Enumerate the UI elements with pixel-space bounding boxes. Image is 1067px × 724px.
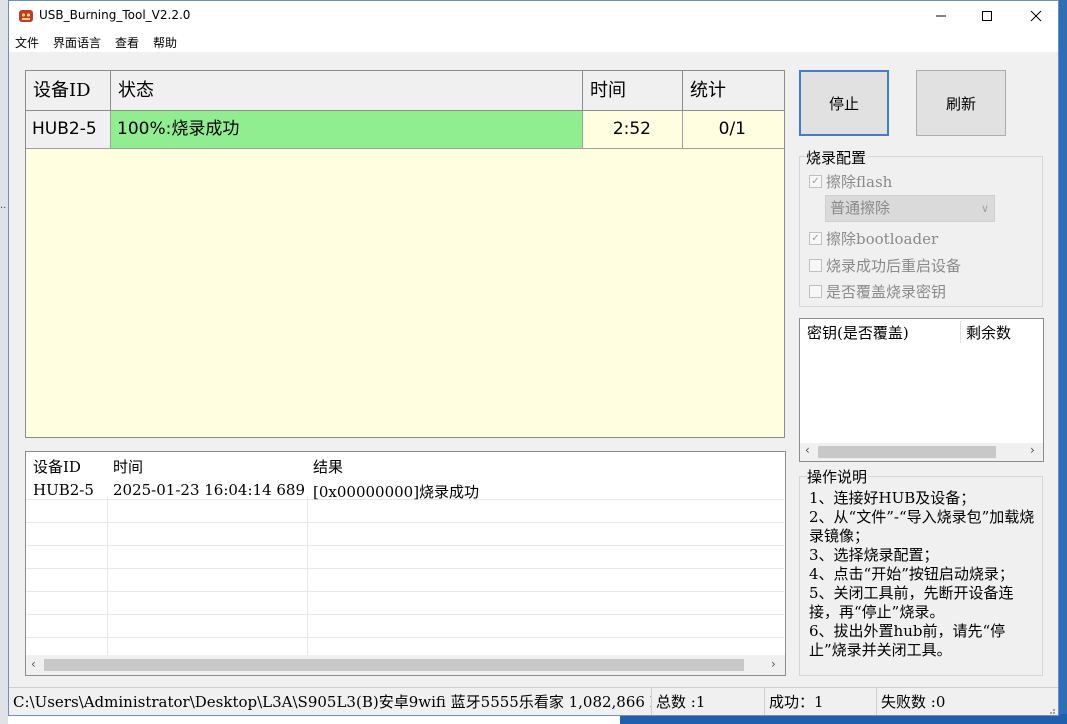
menu-language[interactable]: 界面语言: [53, 34, 101, 51]
reboot-after-label: 烧录成功后重启设备: [826, 257, 962, 275]
device-id-cell: HUB2-5: [26, 111, 111, 148]
log-header-time[interactable]: 时间: [113, 456, 143, 477]
scroll-right-icon[interactable]: ›: [1030, 443, 1035, 457]
menu-view[interactable]: 查看: [115, 34, 139, 51]
erase-bootloader-label: 擦除bootloader: [826, 230, 939, 248]
erase-mode-select[interactable]: 普通擦除 ∨: [825, 195, 995, 222]
log-header-result[interactable]: 结果: [313, 456, 343, 477]
device-grid-header: 设备ID 状态 时间 统计: [26, 71, 784, 111]
maximize-button[interactable]: [964, 1, 1010, 31]
erase-flash-label: 擦除flash: [826, 173, 893, 191]
status-bar: C:\Users\Administrator\Desktop\L3A\S905L…: [9, 687, 1058, 715]
status-total: 总数 :1: [652, 688, 765, 715]
refresh-button[interactable]: 刷新: [916, 70, 1006, 136]
key-header-remaining[interactable]: 剩余数: [966, 322, 1011, 343]
scroll-right-icon[interactable]: ›: [771, 657, 776, 671]
close-icon: [1030, 10, 1042, 22]
device-stats-cell: 0/1: [683, 111, 784, 148]
burn-config-title: 烧录配置: [806, 147, 869, 168]
minimize-icon: [936, 15, 946, 17]
checkbox-checked-icon: ✓: [809, 232, 822, 245]
col-header-device-id[interactable]: 设备ID: [26, 71, 111, 110]
log-header-device-id[interactable]: 设备ID: [33, 456, 81, 477]
desktop-background-right: [1059, 0, 1067, 724]
key-table: 密钥(是否覆盖) 剩余数 ‹ ›: [799, 318, 1044, 462]
chevron-down-icon: ∨: [980, 202, 989, 215]
status-path: C:\Users\Administrator\Desktop\L3A\S905L…: [9, 688, 652, 715]
erase-bootloader-checkbox[interactable]: ✓ 擦除bootloader: [809, 228, 938, 249]
menu-bar: 文件 界面语言 查看 帮助: [9, 31, 1058, 52]
menu-file[interactable]: 文件: [15, 34, 39, 51]
col-header-time[interactable]: 时间: [583, 71, 683, 110]
overwrite-key-label: 是否覆盖烧录密钥: [826, 283, 947, 301]
col-header-status[interactable]: 状态: [111, 71, 583, 110]
log-cell-device-id: HUB2-5: [33, 481, 94, 499]
log-horizontal-scrollbar[interactable]: ‹ ›: [26, 655, 785, 675]
erase-mode-value: 普通擦除: [830, 199, 891, 217]
log-table: 设备ID 时间 结果 HUB2-5 2025-01-23 16:04:14 68…: [25, 451, 786, 676]
overwrite-key-checkbox[interactable]: 是否覆盖烧录密钥: [809, 281, 946, 302]
scroll-left-icon[interactable]: ‹: [31, 657, 36, 671]
menu-help[interactable]: 帮助: [153, 34, 177, 51]
desktop-background-left: [0, 0, 8, 724]
status-fail: 失败数 :0: [881, 693, 946, 711]
log-cell-time: 2025-01-23 16:04:14 689: [113, 481, 306, 499]
instructions-text: 1、连接好HUB及设备； 2、从“文件”-“导入烧录包”加载烧录镜像； 3、选择…: [809, 489, 1035, 659]
checkbox-checked-icon: ✓: [809, 175, 822, 188]
scroll-left-icon[interactable]: ‹: [805, 443, 810, 457]
window-title: USB_Burning_Tool_V2.2.0: [39, 8, 191, 22]
maximize-icon: [982, 11, 992, 21]
app-window: USB_Burning_Tool_V2.2.0 文件 界面语言 查看 帮助 设备…: [8, 0, 1059, 716]
log-scroll-thumb[interactable]: [44, 659, 744, 671]
col-header-stats[interactable]: 统计: [683, 71, 784, 110]
status-success: 成功：1: [765, 688, 877, 715]
close-button[interactable]: [1013, 1, 1058, 31]
device-time-cell: 2:52: [583, 111, 683, 148]
desktop-fragment: ..: [0, 200, 7, 211]
instructions-title: 操作说明: [807, 466, 870, 487]
reboot-after-checkbox[interactable]: 烧录成功后重启设备: [809, 255, 961, 276]
stop-button[interactable]: 停止: [799, 70, 889, 136]
minimize-button[interactable]: [918, 1, 964, 31]
checkbox-empty-icon: [809, 259, 822, 272]
key-header-key[interactable]: 密钥(是否覆盖): [807, 322, 909, 343]
device-status-cell: 100%:烧录成功: [111, 111, 583, 148]
erase-flash-checkbox[interactable]: ✓ 擦除flash: [809, 171, 892, 192]
device-row[interactable]: HUB2-5 100%:烧录成功 2:52 0/1: [26, 111, 784, 149]
checkbox-empty-icon: [809, 285, 822, 298]
device-grid: 设备ID 状态 时间 统计 HUB2-5 100%:烧录成功 2:52 0/1: [25, 70, 785, 438]
resize-grip-icon[interactable]: [1046, 705, 1056, 715]
app-icon: [19, 10, 33, 22]
log-cell-result: [0x00000000]烧录成功: [313, 483, 480, 501]
key-horizontal-scrollbar[interactable]: ‹ ›: [800, 443, 1043, 461]
title-bar: USB_Burning_Tool_V2.2.0: [9, 1, 1058, 31]
key-scroll-thumb[interactable]: [818, 446, 996, 458]
